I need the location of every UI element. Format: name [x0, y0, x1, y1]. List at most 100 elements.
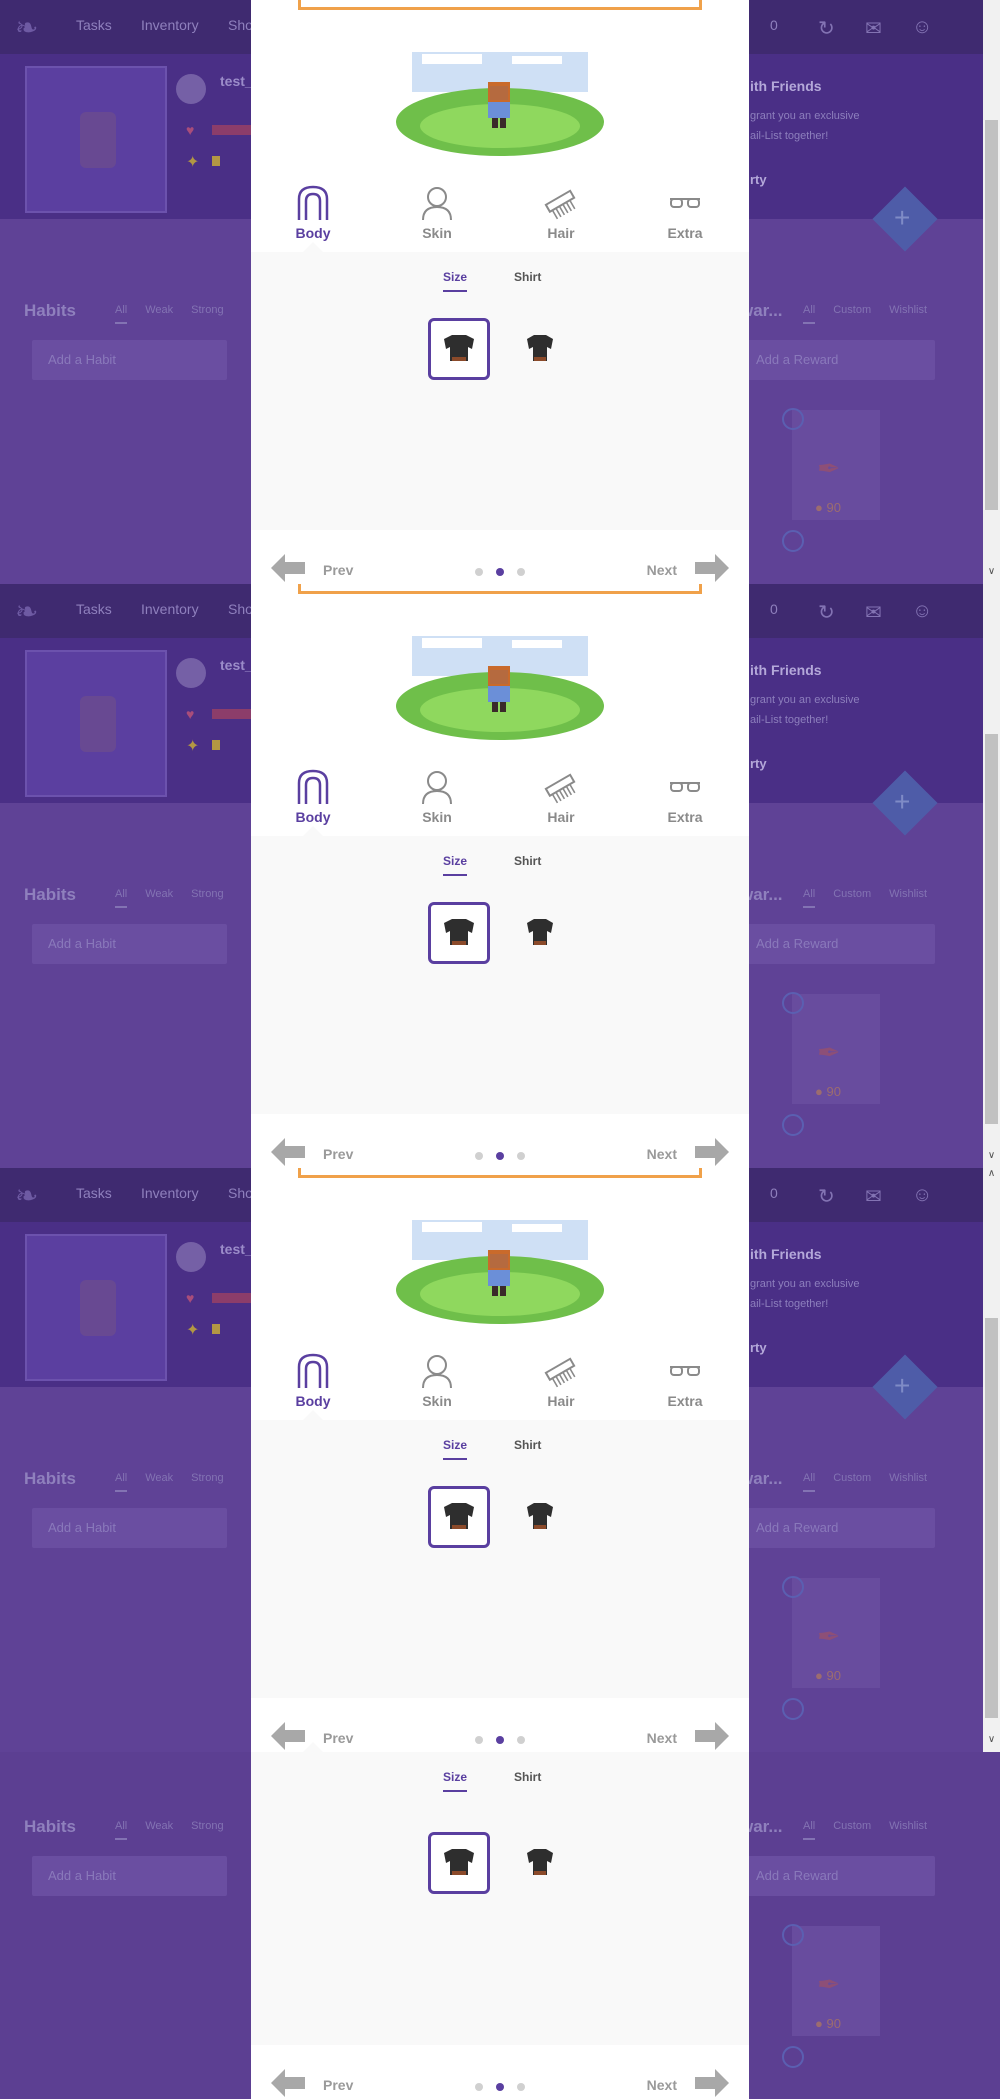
tab-skin[interactable]: Skin — [397, 1353, 477, 1409]
tab-body[interactable]: Body — [273, 769, 353, 825]
habit-filter-weak[interactable]: Weak — [145, 1820, 173, 1832]
next-arrow-icon[interactable] — [695, 554, 729, 582]
prev-arrow-icon[interactable] — [271, 1722, 305, 1750]
party-promo-link[interactable]: rty — [750, 756, 767, 771]
reward-filter-wishlist[interactable]: Wishlist — [889, 304, 927, 316]
tab-extra[interactable]: Extra — [645, 769, 725, 825]
add-habit-input[interactable]: Add a Habit — [32, 1856, 227, 1896]
add-habit-input[interactable]: Add a Habit — [32, 1508, 227, 1548]
prev-button[interactable]: Prev — [323, 2077, 353, 2093]
notifications-icon[interactable]: ✉ — [865, 600, 882, 625]
subtab-size[interactable]: Size — [443, 1770, 468, 1792]
habit-filter-strong[interactable]: Strong — [191, 888, 223, 900]
nav-shops[interactable]: Sho — [228, 17, 253, 33]
tab-hair[interactable]: Hair — [521, 1353, 601, 1409]
user-icon[interactable]: ☺ — [912, 600, 932, 623]
next-button[interactable]: Next — [647, 562, 677, 578]
page-dot[interactable] — [475, 1736, 483, 1744]
page-dot[interactable] — [475, 1152, 483, 1160]
scrollbar[interactable]: ∨ — [983, 0, 1000, 584]
slim-shirt-option[interactable] — [509, 1486, 571, 1548]
nav-inventory[interactable]: Inventory — [141, 1185, 199, 1201]
notifications-icon[interactable]: ✉ — [865, 1184, 882, 1209]
habit-filter-strong[interactable]: Strong — [191, 304, 223, 316]
next-arrow-icon[interactable] — [695, 1722, 729, 1750]
nav-tasks[interactable]: Tasks — [76, 17, 112, 33]
scroll-down-icon[interactable]: ∨ — [983, 1734, 1000, 1745]
scrollbar[interactable]: ∨ — [983, 584, 1000, 1168]
page-dot[interactable] — [517, 1152, 525, 1160]
reward-filter-custom[interactable]: Custom — [833, 1472, 871, 1484]
reward-filter-custom[interactable]: Custom — [833, 304, 871, 316]
subtab-shirt[interactable]: Shirt — [514, 1770, 541, 1790]
prev-arrow-icon[interactable] — [271, 2069, 305, 2097]
reward-filter-wishlist[interactable]: Wishlist — [889, 1472, 927, 1484]
reward-filter-all[interactable]: All — [803, 888, 816, 908]
subtab-size[interactable]: Size — [443, 1438, 468, 1460]
subtab-shirt[interactable]: Shirt — [514, 854, 541, 874]
habit-filter-all[interactable]: All — [115, 1472, 128, 1492]
nav-tasks[interactable]: Tasks — [76, 1185, 112, 1201]
habitica-logo-icon[interactable]: ❧ — [15, 13, 45, 43]
reward-filter-custom[interactable]: Custom — [833, 888, 871, 900]
tab-body[interactable]: Body — [273, 185, 353, 241]
broad-shirt-option[interactable] — [428, 318, 490, 380]
scrollbar-thumb[interactable] — [985, 734, 998, 1124]
nav-inventory[interactable]: Inventory — [141, 17, 199, 33]
reward-filter-all[interactable]: All — [803, 304, 816, 324]
tab-hair[interactable]: Hair — [521, 769, 601, 825]
scrollbar-thumb[interactable] — [985, 1318, 998, 1718]
reward-filter-wishlist[interactable]: Wishlist — [889, 888, 927, 900]
tab-hair[interactable]: Hair — [521, 185, 601, 241]
next-button[interactable]: Next — [647, 1146, 677, 1162]
scroll-down-icon[interactable]: ∨ — [983, 566, 1000, 577]
prev-button[interactable]: Prev — [323, 562, 353, 578]
page-dot[interactable] — [475, 568, 483, 576]
nav-inventory[interactable]: Inventory — [141, 601, 199, 617]
habit-filter-strong[interactable]: Strong — [191, 1820, 223, 1832]
habitica-logo-icon[interactable]: ❧ — [15, 597, 45, 627]
slim-shirt-option[interactable] — [509, 318, 571, 380]
notifications-icon[interactable]: ✉ — [865, 16, 882, 41]
page-dot-active[interactable] — [496, 568, 504, 576]
next-button[interactable]: Next — [647, 1730, 677, 1746]
subtab-size[interactable]: Size — [443, 854, 468, 876]
subtab-shirt[interactable]: Shirt — [514, 270, 541, 290]
user-icon[interactable]: ☺ — [912, 16, 932, 39]
habit-filter-all[interactable]: All — [115, 1820, 128, 1840]
add-habit-input[interactable]: Add a Habit — [32, 340, 227, 380]
tab-extra[interactable]: Extra — [645, 185, 725, 241]
next-arrow-icon[interactable] — [695, 1138, 729, 1166]
tab-skin[interactable]: Skin — [397, 769, 477, 825]
page-dot-active[interactable] — [496, 2083, 504, 2091]
nav-tasks[interactable]: Tasks — [76, 601, 112, 617]
broad-shirt-option[interactable] — [428, 1832, 490, 1894]
nav-shops[interactable]: Sho — [228, 1185, 253, 1201]
add-habit-input[interactable]: Add a Habit — [32, 924, 227, 964]
page-dot[interactable] — [475, 2083, 483, 2091]
habit-filter-all[interactable]: All — [115, 304, 128, 324]
add-reward-input[interactable]: Add a Reward — [740, 340, 935, 380]
broad-shirt-option[interactable] — [428, 902, 490, 964]
tab-extra[interactable]: Extra — [645, 1353, 725, 1409]
tab-body[interactable]: Body — [273, 1353, 353, 1409]
page-dot-active[interactable] — [496, 1152, 504, 1160]
user-icon[interactable]: ☺ — [912, 1184, 932, 1207]
add-reward-input[interactable]: Add a Reward — [740, 1508, 935, 1548]
party-promo-link[interactable]: rty — [750, 172, 767, 187]
scrollbar[interactable]: ∧ ∨ — [983, 1168, 1000, 1752]
page-dot-active[interactable] — [496, 1736, 504, 1744]
next-arrow-icon[interactable] — [695, 2069, 729, 2097]
tab-skin[interactable]: Skin — [397, 185, 477, 241]
subtab-size[interactable]: Size — [443, 270, 468, 292]
scroll-up-icon[interactable]: ∧ — [983, 1168, 1000, 1179]
add-reward-input[interactable]: Add a Reward — [740, 924, 935, 964]
next-button[interactable]: Next — [647, 2077, 677, 2093]
habit-filter-all[interactable]: All — [115, 888, 128, 908]
reward-filter-all[interactable]: All — [803, 1472, 816, 1492]
scrollbar-thumb[interactable] — [985, 120, 998, 510]
sync-icon[interactable]: ↻ — [818, 16, 835, 41]
habit-filter-weak[interactable]: Weak — [145, 304, 173, 316]
habit-filter-strong[interactable]: Strong — [191, 1472, 223, 1484]
nav-shops[interactable]: Sho — [228, 601, 253, 617]
